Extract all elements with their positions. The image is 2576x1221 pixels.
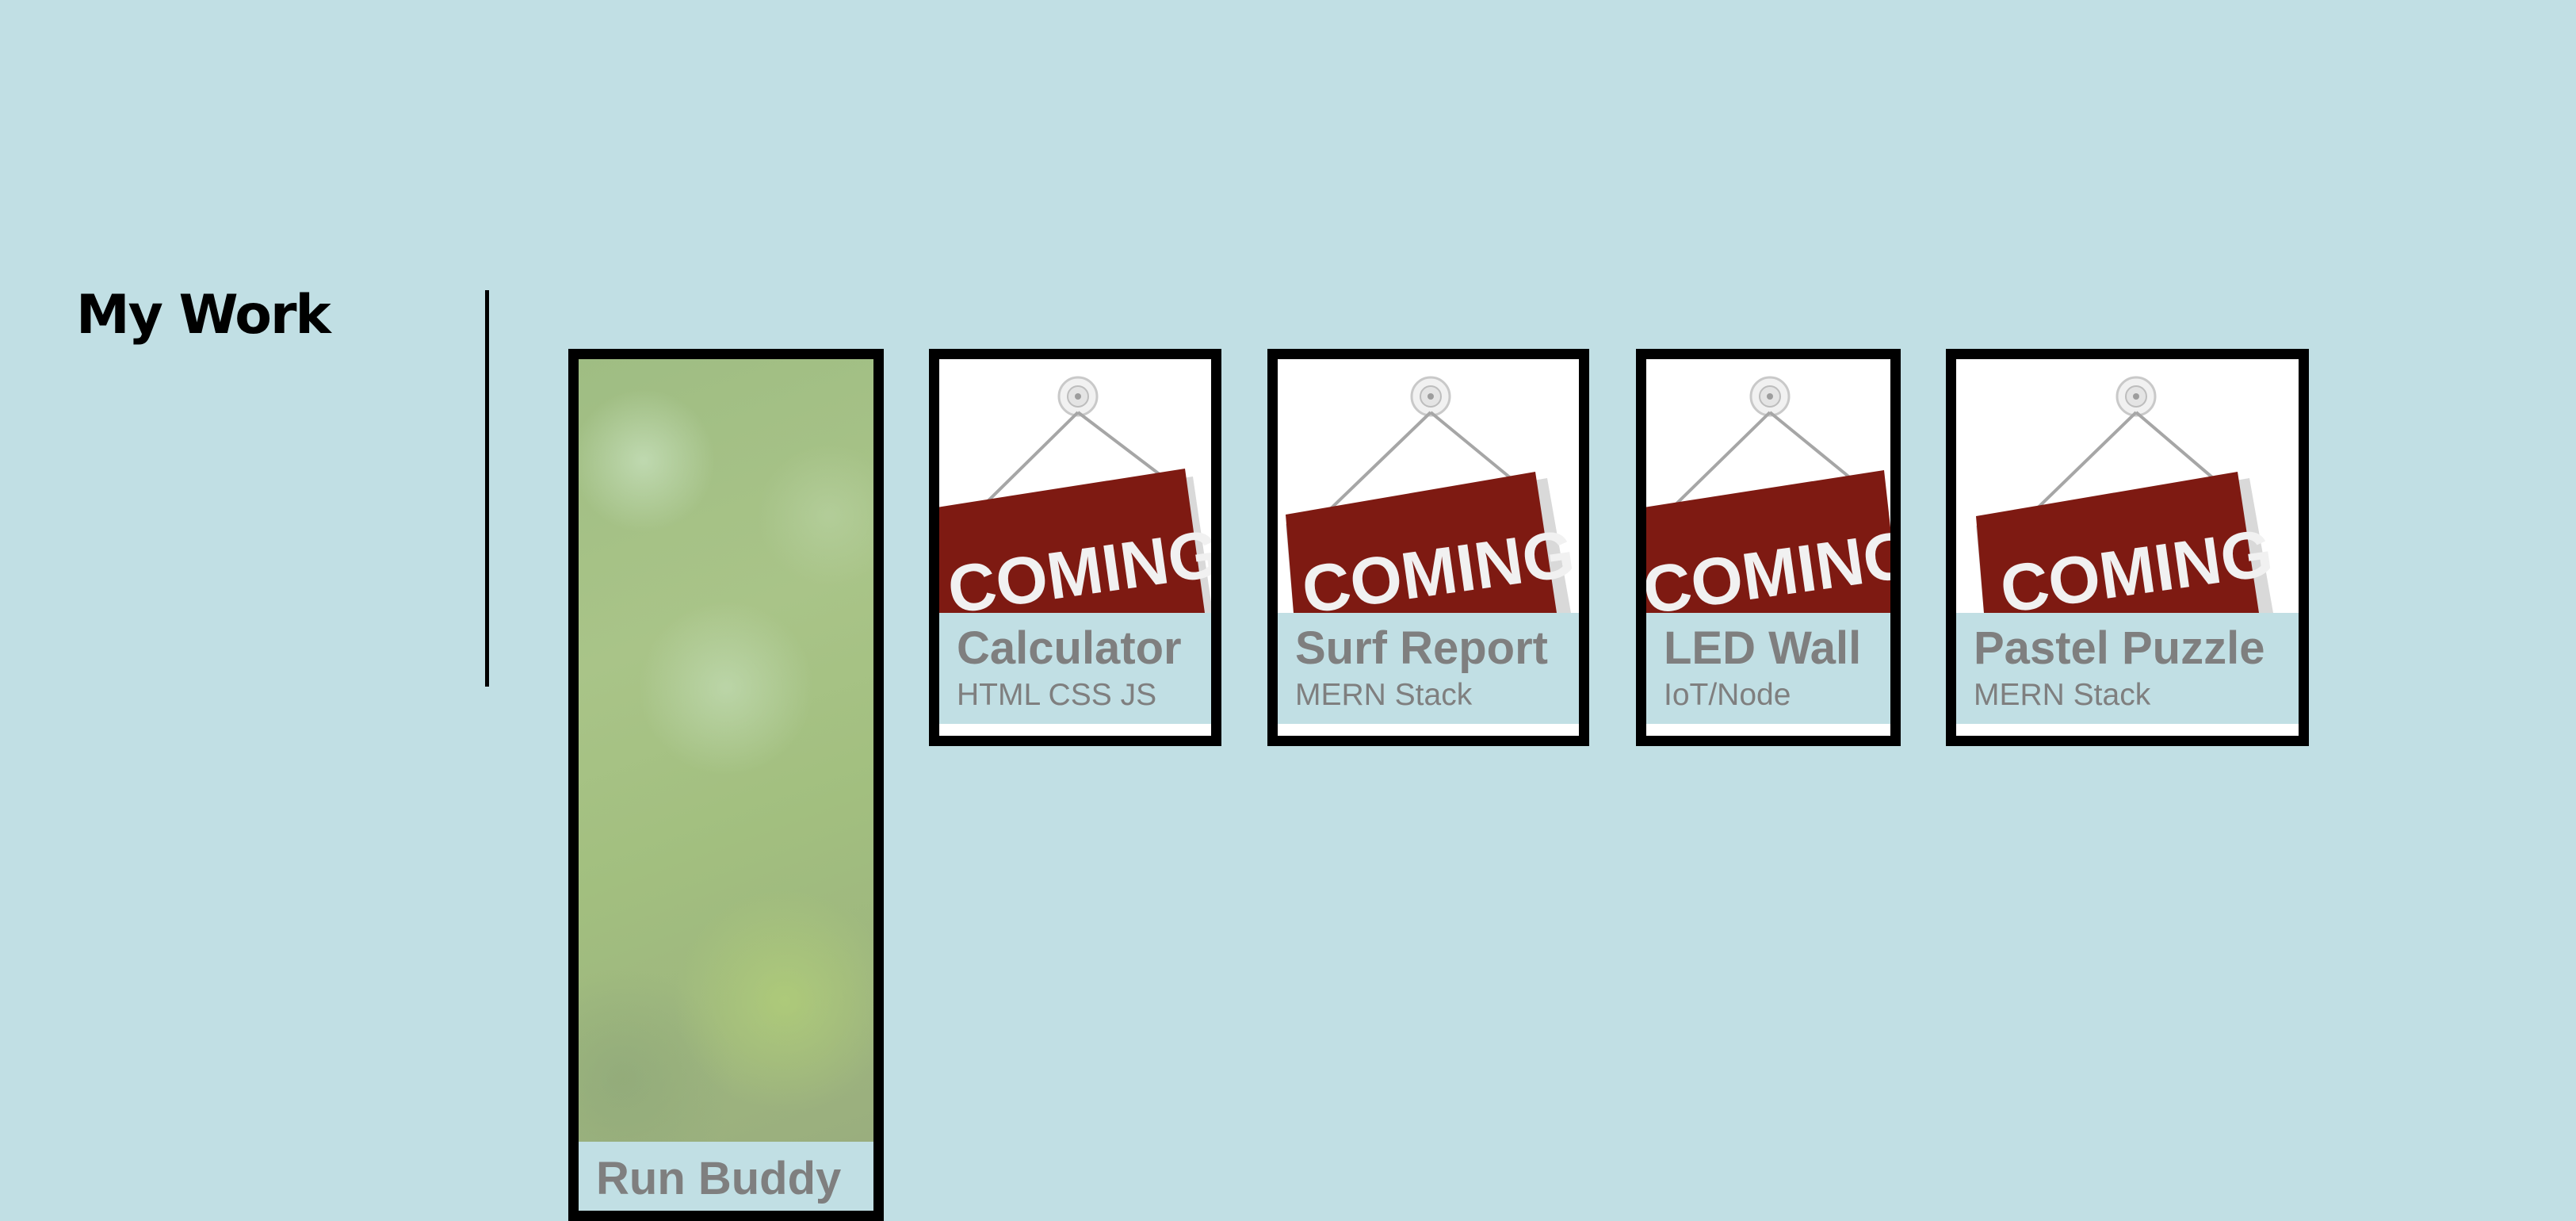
project-tech: MERN Stack — [1295, 678, 1473, 712]
project-caption: LED Wall IoT/Node — [1646, 613, 1890, 724]
project-tech: IoT/Node — [1664, 678, 1791, 712]
section-divider — [485, 290, 489, 687]
project-card-calculator[interactable]: COMING Calculator HTML CSS JS — [929, 349, 1221, 746]
coming-soon-sign-image: COMING — [1646, 359, 1890, 613]
project-caption: Surf Report MERN Stack — [1278, 613, 1579, 724]
project-tech: HTML CSS JS — [957, 678, 1157, 712]
coming-soon-sign-image: COMING — [1278, 359, 1579, 613]
project-title: Run Buddy — [596, 1153, 842, 1204]
project-tech: MERN Stack — [1974, 678, 2151, 712]
project-caption: Pastel Puzzle MERN Stack — [1956, 613, 2299, 724]
project-card-surf-report[interactable]: COMING Surf Report MERN Stack — [1267, 349, 1589, 746]
coming-soon-sign-image: COMING — [939, 359, 1211, 613]
project-card-pastel-puzzle[interactable]: COMING Pastel Puzzle MERN Stack — [1946, 349, 2309, 746]
project-title: LED Wall — [1664, 622, 1862, 674]
project-title: Surf Report — [1295, 622, 1548, 674]
coming-soon-sign-image: COMING — [1956, 359, 2299, 613]
project-card-led-wall[interactable]: COMING LED Wall IoT/Node — [1636, 349, 1901, 746]
project-title: Pastel Puzzle — [1974, 622, 2265, 674]
project-caption: Run Buddy — [579, 1142, 873, 1211]
project-image-run-buddy — [579, 359, 873, 1142]
section-heading: My Work — [76, 284, 331, 346]
project-title: Calculator — [957, 622, 1182, 674]
project-caption: Calculator HTML CSS JS — [939, 613, 1211, 724]
project-card-run-buddy[interactable]: Run Buddy — [568, 349, 884, 1221]
